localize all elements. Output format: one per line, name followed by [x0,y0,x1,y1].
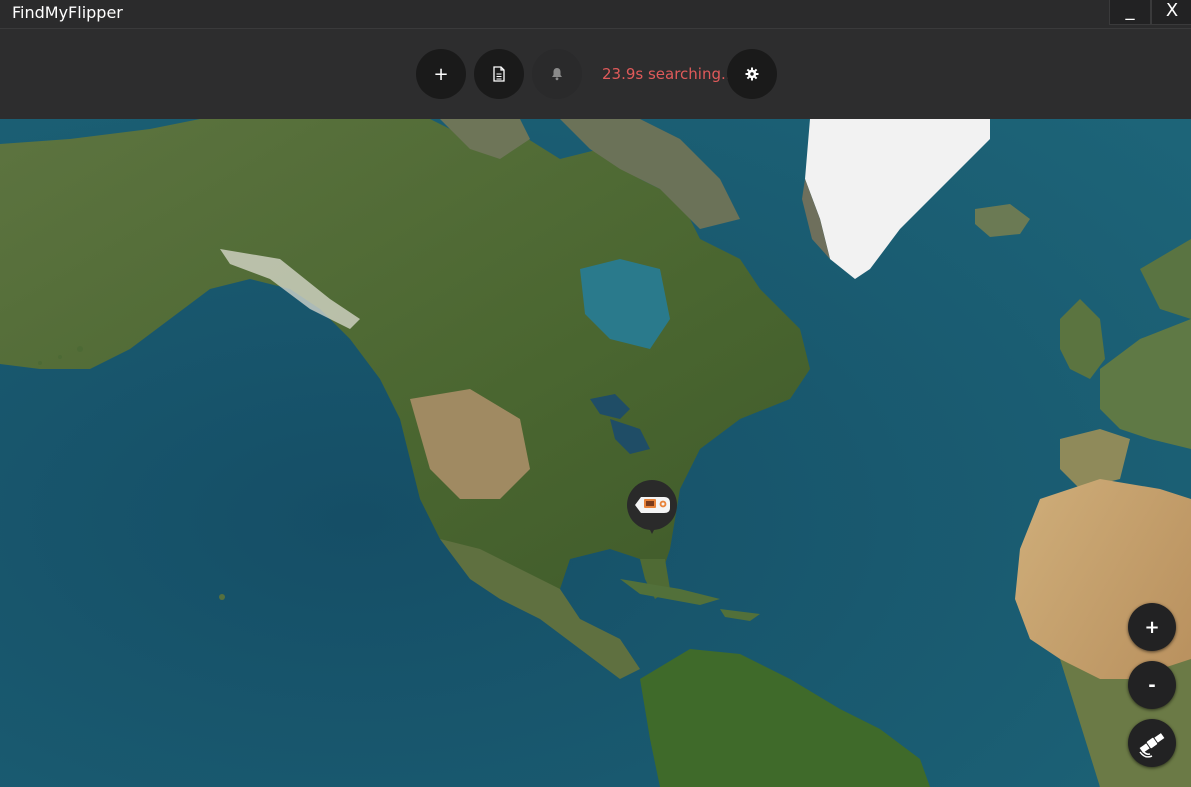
zoom-out-label: - [1148,674,1156,696]
map-layer-button[interactable] [1128,719,1176,767]
document-button[interactable] [474,49,524,99]
search-status-text: 23.9s searching... [602,65,736,83]
minimize-button[interactable]: _ [1109,0,1151,25]
zoom-out-button[interactable]: - [1128,661,1176,709]
notifications-button[interactable] [532,49,582,99]
plus-icon: + [433,63,449,85]
bell-icon [552,68,562,81]
flipper-device-icon [635,497,670,513]
settings-button[interactable] [727,49,777,99]
zoom-in-label: + [1144,616,1160,638]
close-button[interactable]: X [1151,0,1191,25]
gear-icon [745,67,759,81]
map-terrain [0,119,1191,787]
satellite-map[interactable]: + - [0,119,1191,787]
document-icon [493,66,505,82]
toolbar: + 23.9s searching... [0,29,1191,119]
add-device-button[interactable]: + [416,49,466,99]
zoom-in-button[interactable]: + [1128,603,1176,651]
marker-pointer [647,524,657,534]
satellite-icon [1139,733,1165,758]
app-title: FindMyFlipper [12,3,123,22]
title-bar: FindMyFlipper _ X [0,0,1191,29]
device-location-marker[interactable] [627,480,677,530]
